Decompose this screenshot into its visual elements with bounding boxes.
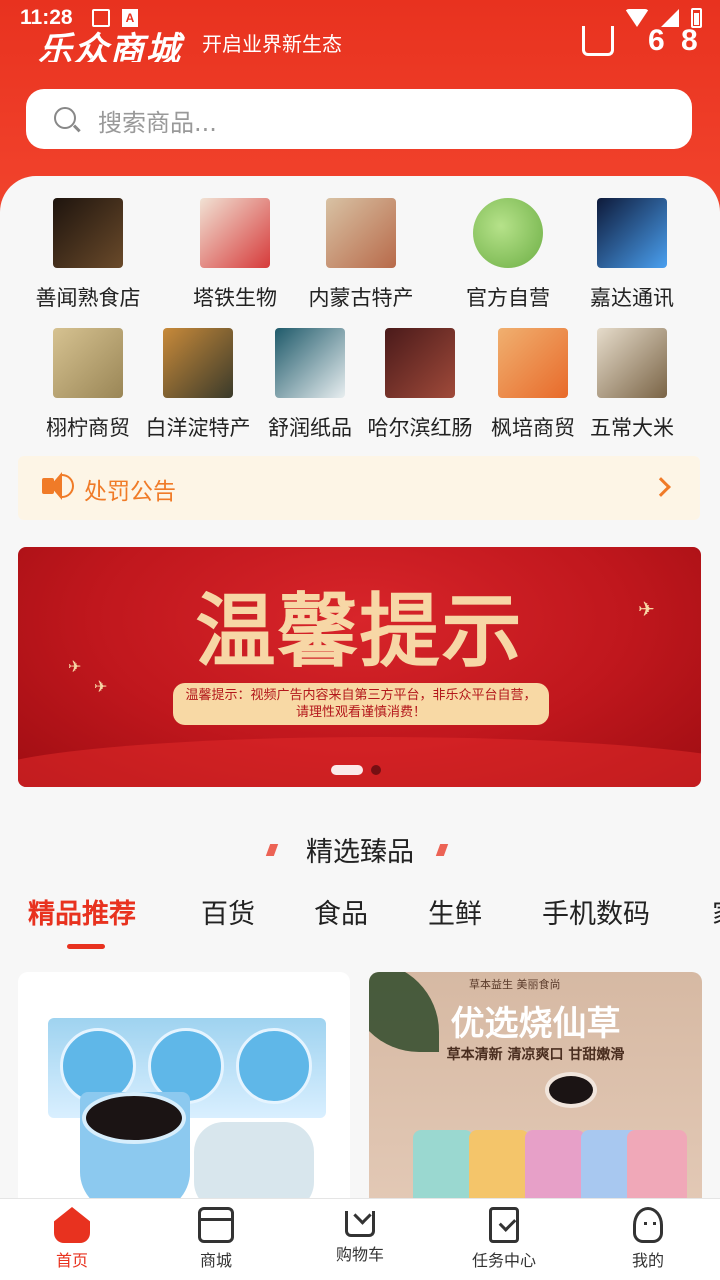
pagination-dot-active[interactable]	[331, 765, 363, 775]
shop-label: 哈尔滨红肠	[367, 416, 473, 440]
tabbar-label: 首页	[55, 1251, 88, 1270]
shop-thumbnail	[597, 198, 667, 268]
banner-note: 温馨提示：视频广告内容来自第三方平台，非乐众平台自营，请理性观看谨慎消费！	[173, 683, 549, 725]
active-tab-indicator	[67, 944, 105, 949]
brand-row: 乐众商城 开启业界新生态 6 8	[0, 22, 720, 62]
product-card[interactable]: 草本益生 美丽食尚 优选烧仙草 草本清新 清凉爽口 甘甜嫩滑	[369, 972, 702, 1212]
shop-item[interactable]: 官方自营	[443, 198, 573, 312]
product-card[interactable]	[18, 972, 350, 1212]
shop-label: 塔铁生物	[193, 286, 277, 310]
search-icon	[54, 107, 76, 129]
shop-thumbnail	[53, 198, 123, 268]
shop-thumbnail	[597, 328, 667, 398]
shop-thumbnail	[163, 328, 233, 398]
shop-item[interactable]: 善闻熟食店	[23, 198, 153, 312]
product-tag: 草本益生 美丽食尚	[469, 978, 561, 991]
tab-cart-nav[interactable]: 购物车	[300, 1207, 420, 1265]
cart-icon[interactable]	[582, 26, 614, 56]
product-subtitle: 草本清新 清凉爽口 甘甜嫩滑	[446, 1047, 625, 1063]
cup-graphic	[545, 1072, 597, 1108]
shop-item[interactable]: 五常大米	[567, 328, 697, 442]
tabbar-label: 我的	[631, 1251, 664, 1270]
tabbar-label: 购物车	[335, 1245, 384, 1264]
tab-store-nav[interactable]: 商城	[156, 1207, 276, 1271]
banner-pagination	[331, 765, 381, 775]
bottom-tab-bar: 首页 商城 购物车 任务中心 我的	[0, 1198, 720, 1280]
shop-label: 五常大米	[590, 416, 674, 440]
shop-item[interactable]: 内蒙古特产	[296, 198, 426, 312]
tabbar-label: 任务中心	[471, 1251, 536, 1270]
tab-home[interactable]: 家	[712, 892, 720, 931]
shop-thumbnail	[53, 328, 123, 398]
promo-banner[interactable]: ✈ ✈ ✈ 温馨提示 温馨提示：视频广告内容来自第三方平台，非乐众平台自营，请理…	[18, 547, 701, 787]
pagination-dot[interactable]	[371, 765, 381, 775]
tab-digital[interactable]: 手机数码	[542, 892, 650, 931]
shop-label: 白洋淀特产	[145, 416, 251, 440]
shop-label: 嘉达通讯	[590, 286, 674, 310]
title-decoration	[265, 844, 279, 856]
message-icon[interactable]: 6 8	[648, 24, 702, 58]
banner-wave	[18, 737, 701, 787]
shop-label: 官方自营	[466, 286, 550, 310]
shop-item[interactable]: 嘉达通讯	[567, 198, 697, 312]
shop-item[interactable]: 塔铁生物	[170, 198, 300, 312]
tab-fresh[interactable]: 生鲜	[428, 892, 482, 931]
notice-label: 处罚公告	[84, 479, 176, 505]
banner-title: 温馨提示	[195, 585, 524, 678]
task-icon	[489, 1207, 519, 1243]
product-title: 优选烧仙草	[450, 1004, 621, 1044]
shop-thumbnail	[498, 328, 568, 398]
home-icon	[54, 1207, 90, 1243]
shop-thumbnail	[326, 198, 396, 268]
shop-thumbnail	[385, 328, 455, 398]
chevron-right-icon	[651, 477, 671, 497]
cup-graphic	[236, 1028, 312, 1104]
shop-label: 善闻熟食店	[35, 286, 141, 310]
shop-thumbnail	[275, 328, 345, 398]
shop-item[interactable]: 哈尔滨红肠	[355, 328, 485, 442]
shop-item[interactable]: 白洋淀特产	[133, 328, 263, 442]
shop-thumbnail	[473, 198, 543, 268]
search-placeholder: 搜索商品...	[98, 109, 217, 137]
search-input[interactable]: 搜索商品...	[26, 89, 692, 149]
tab-task-nav[interactable]: 任务中心	[444, 1207, 564, 1271]
cup-graphic	[82, 1092, 186, 1144]
section-title: 精选臻品	[306, 837, 414, 868]
main-content: 善闻熟食店 塔铁生物 内蒙古特产 官方自营 嘉达通讯 栩柠商贸 白洋淀特产 舒润…	[0, 176, 720, 1212]
tab-home-nav[interactable]: 首页	[12, 1207, 132, 1271]
tab-general-goods[interactable]: 百货	[201, 892, 255, 931]
cart-icon	[345, 1211, 375, 1237]
tabbar-label: 商城	[199, 1251, 232, 1270]
tab-food[interactable]: 食品	[314, 892, 368, 931]
store-icon	[198, 1207, 234, 1243]
category-tabs: 精品推荐 百货 食品 生鲜 手机数码 家	[0, 882, 720, 952]
title-decoration	[435, 844, 449, 856]
section-header: 精选臻品	[0, 830, 720, 869]
shop-label: 内蒙古特产	[308, 286, 414, 310]
speaker-icon	[42, 472, 74, 500]
notice-bar[interactable]: 处罚公告	[18, 456, 700, 520]
brand-logo: 乐众商城	[38, 30, 182, 62]
user-icon	[633, 1207, 663, 1243]
tab-featured[interactable]: 精品推荐	[28, 892, 136, 931]
shop-thumbnail	[200, 198, 270, 268]
brand-slogan: 开启业界新生态	[202, 32, 342, 56]
tab-profile-nav[interactable]: 我的	[588, 1207, 708, 1271]
